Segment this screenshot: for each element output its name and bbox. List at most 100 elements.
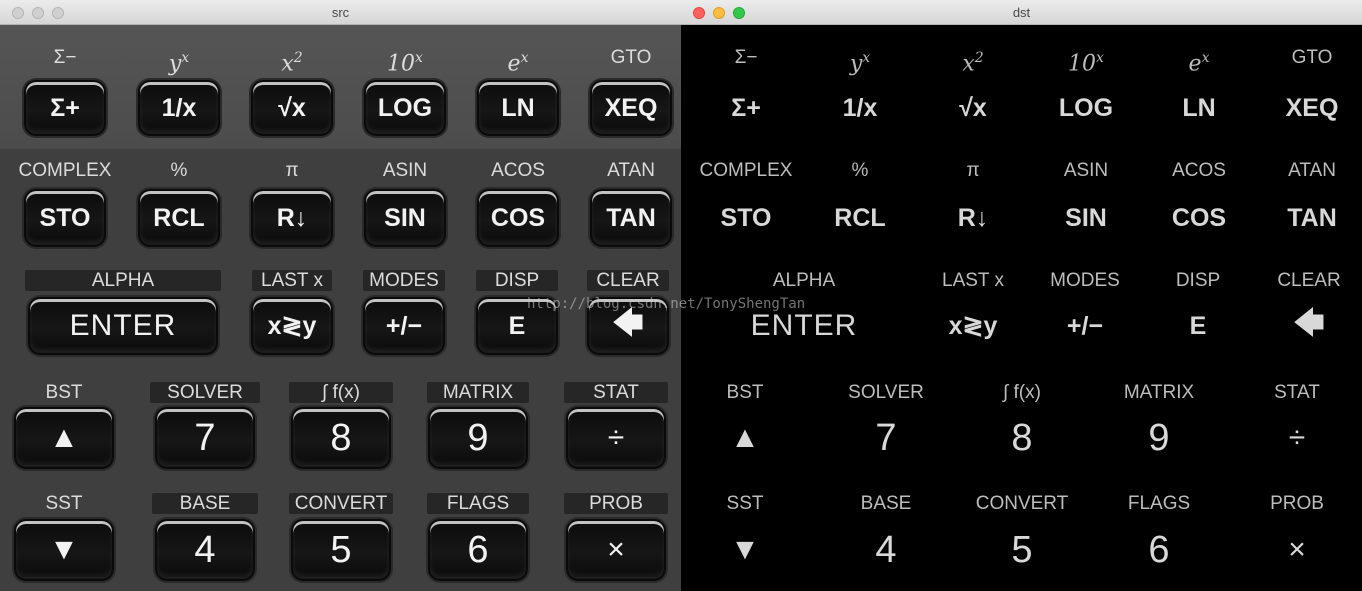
key-log[interactable]: LOG bbox=[1045, 80, 1127, 136]
key-sqrt[interactable]: √x bbox=[932, 80, 1014, 136]
key-cos[interactable]: COS bbox=[477, 189, 559, 247]
key-text: √x bbox=[959, 93, 987, 122]
key-change-sign[interactable]: +/− bbox=[1044, 297, 1126, 355]
key-text: E bbox=[508, 311, 526, 340]
key-reciprocal[interactable]: 1/x bbox=[138, 80, 220, 136]
key-ln[interactable]: LN bbox=[1158, 80, 1240, 136]
key-label-alpha: ALPHA bbox=[772, 270, 836, 291]
key-divide[interactable]: ÷ bbox=[566, 407, 666, 469]
key-text: +/− bbox=[385, 311, 423, 340]
key-xeq[interactable]: XEQ bbox=[590, 80, 672, 136]
key-label-atan: ATAN bbox=[607, 160, 655, 181]
key-label-flags: FLAGS bbox=[1127, 493, 1191, 514]
titlebar-src: src bbox=[0, 0, 681, 25]
key-4[interactable]: 4 bbox=[836, 519, 936, 581]
key-swap[interactable]: x≷y bbox=[251, 297, 333, 355]
key-text: ▼ bbox=[49, 533, 79, 566]
key-down[interactable]: ▼ bbox=[14, 519, 114, 581]
key-sin[interactable]: SIN bbox=[1045, 189, 1127, 247]
key-text: RCL bbox=[153, 203, 205, 232]
key-text: LN bbox=[1182, 93, 1216, 122]
key-text: 4 bbox=[875, 528, 897, 571]
key-9[interactable]: 9 bbox=[1109, 407, 1209, 469]
key-text: LOG bbox=[377, 93, 433, 122]
key-label-f-x: ∫ f(x) bbox=[271, 382, 411, 404]
key-log[interactable]: LOG bbox=[364, 80, 446, 136]
key-text: LN bbox=[501, 93, 535, 122]
key-reciprocal[interactable]: 1/x bbox=[819, 80, 901, 136]
key-text: 7 bbox=[875, 416, 897, 459]
key-5[interactable]: 5 bbox=[972, 519, 1072, 581]
key-text: COS bbox=[490, 203, 546, 232]
key-text: 8 bbox=[330, 416, 352, 459]
key-text: XEQ bbox=[1285, 93, 1339, 122]
key-enter[interactable]: ENTER bbox=[28, 297, 218, 355]
key-label-clear: CLEAR bbox=[558, 270, 681, 292]
key-ln[interactable]: LN bbox=[477, 80, 559, 136]
key-text: STO bbox=[39, 203, 91, 232]
key-8[interactable]: 8 bbox=[972, 407, 1072, 469]
key-roll-down[interactable]: R↓ bbox=[251, 189, 333, 247]
key-text: RCL bbox=[834, 203, 886, 232]
key-text: 9 bbox=[467, 416, 489, 459]
key-multiply[interactable]: × bbox=[1247, 519, 1347, 581]
key-text: 1/x bbox=[842, 93, 878, 122]
key-divide[interactable]: ÷ bbox=[1247, 407, 1347, 469]
key-7[interactable]: 7 bbox=[836, 407, 936, 469]
key-multiply[interactable]: × bbox=[566, 519, 666, 581]
key-sto[interactable]: STO bbox=[705, 189, 787, 247]
key-roll-down[interactable]: R↓ bbox=[932, 189, 1014, 247]
key-rcl[interactable]: RCL bbox=[819, 189, 901, 247]
key-text: ▲ bbox=[49, 421, 79, 454]
key-sqrt[interactable]: √x bbox=[251, 80, 333, 136]
key-text: COS bbox=[1171, 203, 1227, 232]
key-4[interactable]: 4 bbox=[155, 519, 255, 581]
key-7[interactable]: 7 bbox=[155, 407, 255, 469]
key-rcl[interactable]: RCL bbox=[138, 189, 220, 247]
key-text: × bbox=[607, 533, 625, 566]
key-8[interactable]: 8 bbox=[291, 407, 391, 469]
key-label-base: BASE bbox=[135, 493, 275, 515]
key-label-convert: CONVERT bbox=[975, 493, 1069, 514]
key-6[interactable]: 6 bbox=[428, 519, 528, 581]
key-up[interactable]: ▲ bbox=[695, 407, 795, 469]
key-text: R↓ bbox=[957, 203, 989, 232]
key-text: ENTER bbox=[69, 309, 177, 342]
key-xeq[interactable]: XEQ bbox=[1271, 80, 1353, 136]
key-label-bst: BST bbox=[726, 382, 764, 403]
key-sto[interactable]: STO bbox=[24, 189, 106, 247]
key-text: 9 bbox=[1148, 416, 1170, 459]
key-text: 8 bbox=[1011, 416, 1033, 459]
key-text: R↓ bbox=[276, 203, 308, 232]
key-text: 5 bbox=[1011, 528, 1033, 571]
key-down[interactable]: ▼ bbox=[695, 519, 795, 581]
key-sigma-plus[interactable]: Σ+ bbox=[705, 80, 787, 136]
key-up[interactable]: ▲ bbox=[14, 407, 114, 469]
key-text: x≷y bbox=[948, 312, 998, 340]
key-text: ▼ bbox=[730, 533, 760, 566]
key-label-atan: ATAN bbox=[1288, 160, 1336, 181]
key-5[interactable]: 5 bbox=[291, 519, 391, 581]
key-9[interactable]: 9 bbox=[428, 407, 528, 469]
key-swap[interactable]: x≷y bbox=[932, 297, 1014, 355]
key-change-sign[interactable]: +/− bbox=[363, 297, 445, 355]
key-text: 🡄 bbox=[1293, 306, 1325, 340]
key-tan[interactable]: TAN bbox=[590, 189, 672, 247]
key-label-flags: FLAGS bbox=[408, 493, 548, 515]
key-cos[interactable]: COS bbox=[1158, 189, 1240, 247]
key-sigma-plus[interactable]: Σ+ bbox=[24, 80, 106, 136]
key-label-bst: BST bbox=[45, 382, 83, 403]
key-text: ENTER bbox=[750, 309, 858, 342]
key-e[interactable]: E bbox=[1157, 297, 1239, 355]
key-backspace[interactable]: 🡄 bbox=[1268, 297, 1350, 355]
key-text: Σ+ bbox=[50, 93, 80, 122]
window-title: src bbox=[331, 5, 350, 20]
key-label-gto: GTO bbox=[1291, 47, 1333, 68]
key-text: 6 bbox=[467, 528, 489, 571]
key-text: 4 bbox=[194, 528, 216, 571]
key-label-solver: SOLVER bbox=[135, 382, 275, 404]
key-sin[interactable]: SIN bbox=[364, 189, 446, 247]
key-tan[interactable]: TAN bbox=[1271, 189, 1353, 247]
key-6[interactable]: 6 bbox=[1109, 519, 1209, 581]
key-text: ÷ bbox=[1288, 421, 1306, 454]
